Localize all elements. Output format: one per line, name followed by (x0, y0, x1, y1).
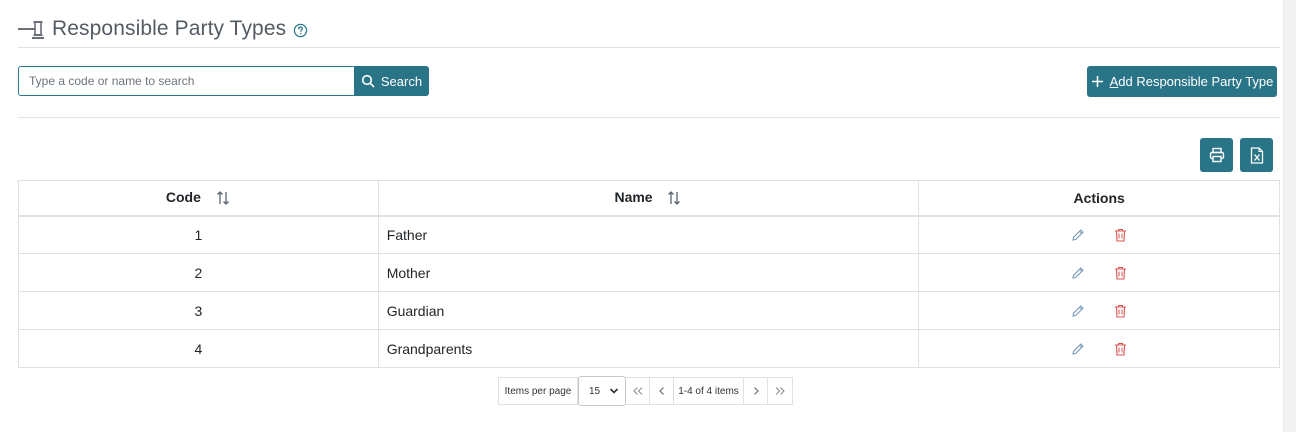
cell-name: Guardian (377, 291, 920, 330)
cell-actions (918, 215, 1280, 254)
pencil-icon (1072, 304, 1084, 317)
page-range: 1-4 of 4 items (674, 378, 744, 404)
delete-button[interactable] (1109, 301, 1131, 321)
search-input[interactable] (18, 66, 354, 96)
table-row: 1 Father (18, 215, 1280, 254)
printer-icon (1209, 147, 1224, 163)
cell-code: 3 (18, 291, 379, 330)
first-page-button[interactable] (626, 378, 650, 404)
column-header-name[interactable]: Name (377, 180, 920, 217)
cell-name: Mother (377, 253, 920, 292)
pencil-icon (1072, 266, 1084, 279)
print-button[interactable] (1200, 138, 1233, 172)
double-chevron-right-icon (775, 387, 785, 395)
cell-name: Grandparents (377, 329, 920, 368)
items-per-page-label: Items per page (499, 378, 578, 404)
page: Responsible Party Types Search Add Respo… (0, 0, 1283, 432)
responsible-party-types-table: Code Name Actions 1 Father 2 Mother 3 Gu… (18, 180, 1280, 368)
next-page-button[interactable] (744, 378, 768, 404)
delete-button[interactable] (1109, 225, 1131, 245)
vertical-scrollbar[interactable] (1283, 0, 1296, 432)
edit-button[interactable] (1067, 225, 1089, 245)
search-group: Search (18, 66, 429, 96)
trash-icon (1114, 228, 1126, 242)
cell-actions (918, 329, 1280, 368)
page-size-value: 15 (589, 385, 601, 397)
chevron-down-icon (609, 388, 619, 394)
cell-actions (918, 291, 1280, 330)
table-row: 3 Guardian (18, 291, 1280, 330)
search-button-label: Search (380, 73, 423, 89)
plus-icon (1091, 76, 1103, 87)
add-button-label: Add Responsible Party Type (1109, 74, 1274, 89)
gavel-icon (18, 21, 44, 39)
page-header: Responsible Party Types (18, 12, 308, 46)
search-icon (361, 74, 375, 88)
double-chevron-left-icon (632, 387, 642, 395)
search-button[interactable]: Search (354, 66, 429, 96)
delete-button[interactable] (1109, 263, 1131, 283)
table-header-row: Code Name Actions (18, 180, 1280, 217)
edit-button[interactable] (1067, 301, 1089, 321)
pencil-icon (1072, 228, 1084, 241)
cell-code: 2 (18, 253, 379, 292)
table-row: 4 Grandparents (18, 329, 1280, 368)
column-header-actions: Actions (918, 180, 1280, 217)
delete-button[interactable] (1109, 339, 1131, 359)
table-row: 2 Mother (18, 253, 1280, 292)
edit-button[interactable] (1067, 263, 1089, 283)
page-title: Responsible Party Types (52, 17, 287, 40)
page-size-select[interactable]: 15 (578, 376, 626, 406)
chevron-right-icon (753, 387, 759, 395)
cell-actions (918, 253, 1280, 292)
previous-page-button[interactable] (650, 378, 674, 404)
cell-code: 4 (18, 329, 379, 368)
column-header-code[interactable]: Code (18, 180, 379, 217)
last-page-button[interactable] (768, 378, 792, 404)
excel-file-icon (1250, 146, 1263, 164)
chevron-left-icon (658, 387, 664, 395)
trash-icon (1114, 342, 1126, 356)
edit-button[interactable] (1067, 339, 1089, 359)
sort-icon[interactable] (666, 190, 682, 206)
toolbar-divider (18, 117, 1280, 118)
cell-name: Father (377, 215, 920, 254)
sort-icon[interactable] (215, 190, 231, 206)
question-circle-icon[interactable] (293, 23, 308, 38)
pager: Items per page 15 1-4 of 4 items (498, 376, 793, 406)
trash-icon (1114, 266, 1126, 280)
header-divider (18, 47, 1280, 48)
trash-icon (1114, 304, 1126, 318)
export-excel-button[interactable] (1240, 138, 1273, 172)
cell-code: 1 (18, 215, 379, 254)
pencil-icon (1072, 342, 1084, 355)
add-responsible-party-type-button[interactable]: Add Responsible Party Type (1087, 66, 1277, 97)
